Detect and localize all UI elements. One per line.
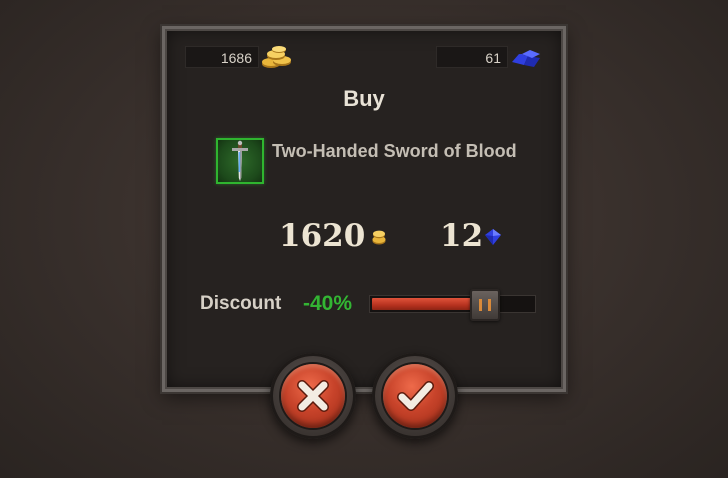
gem-icon (485, 229, 501, 245)
grip-icon (479, 299, 491, 311)
gem-price: 12 (440, 218, 484, 254)
buy-dialog (162, 26, 566, 392)
sword-icon (232, 140, 248, 181)
item-slot[interactable] (216, 138, 264, 184)
confirm-button[interactable] (372, 353, 458, 439)
gold-coins-icon (262, 46, 291, 68)
gold-balance: 1686 (185, 46, 259, 68)
discount-label: Discount (200, 293, 282, 314)
gold-price: 1620 (279, 218, 366, 254)
cancel-button[interactable] (270, 353, 356, 439)
cancel-button-face[interactable] (281, 364, 345, 428)
gems-icon (512, 50, 540, 67)
discount-slider[interactable] (369, 289, 536, 321)
gem-balance: 61 (436, 46, 508, 68)
discount-slider-thumb[interactable] (470, 289, 500, 321)
check-icon (397, 381, 434, 411)
confirm-button-face[interactable] (383, 364, 447, 428)
discount-slider-fill (372, 298, 477, 310)
item-name: Two-Handed Sword of Blood (272, 141, 517, 161)
gold-coin-icon (372, 230, 386, 245)
close-icon (297, 380, 329, 412)
dialog-title: Buy (343, 86, 385, 111)
discount-value: -40% (303, 292, 353, 315)
